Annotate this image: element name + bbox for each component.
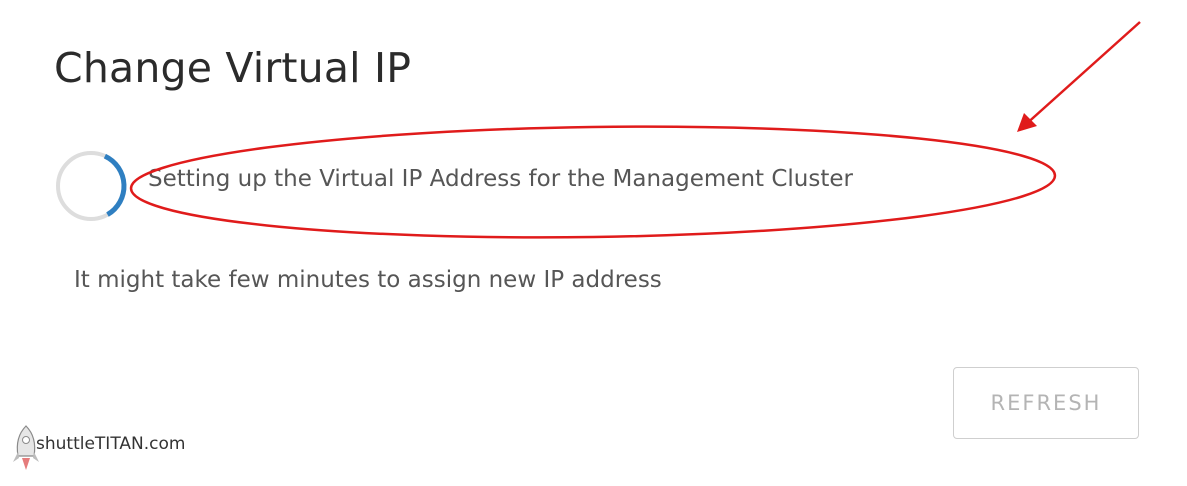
watermark-text: shuttleTITAN.com [36,434,186,454]
refresh-button[interactable]: REFRESH [953,367,1139,439]
dialog-title: Change Virtual IP [54,44,412,92]
annotation-arrow [1017,21,1141,132]
loading-spinner-icon [56,151,127,221]
info-message: It might take few minutes to assign new … [74,267,662,293]
status-message: Setting up the Virtual IP Address for th… [148,166,853,192]
